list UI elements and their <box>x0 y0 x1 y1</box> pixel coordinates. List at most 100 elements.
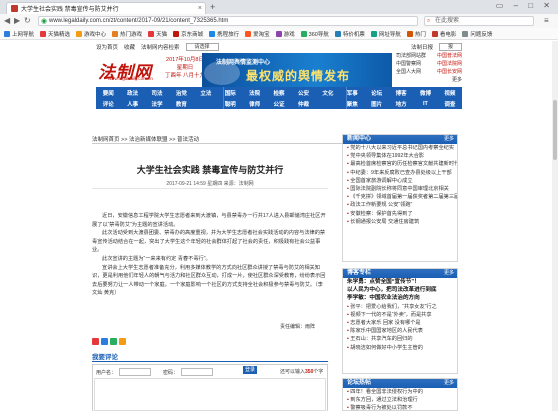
partner-link[interactable]: 司法部网站群 <box>396 52 426 60</box>
window-controls[interactable]: ▭ – □ ✕ <box>496 1 554 10</box>
back-icon[interactable]: ◀ <box>4 16 10 25</box>
news-item[interactable]: 《千克拼》领域首届第一届获奖者第二届第三届 <box>343 193 457 201</box>
blog-item[interactable]: 视频下一代的不是“外卖”，而是共享 <box>343 311 457 319</box>
nav-item[interactable]: 地方 <box>389 100 413 108</box>
news-item[interactable]: 党的十八大以来习近平总书记国内考察全纪实 <box>343 144 457 152</box>
bookmark-item[interactable]: 爱淘宝 <box>245 30 270 38</box>
share-weibo-icon[interactable] <box>92 338 99 345</box>
nav-item[interactable]: 论坛 <box>364 89 388 97</box>
nav-item[interactable]: 军事 <box>340 89 364 97</box>
nav-item[interactable]: 聪明 <box>218 100 242 108</box>
nav-item[interactable]: 律师 <box>242 100 266 108</box>
nav-item[interactable]: 博客 <box>389 89 413 97</box>
breadcrumb[interactable]: 法制网首页 >> 法治新媒体联盟 >> 普法活动 <box>92 135 199 143</box>
nav-item[interactable]: 治党 <box>169 89 193 97</box>
blog-headline[interactable]: 以人民为中心，把司法改革进行到底 <box>343 286 457 294</box>
blog-item[interactable]: 陈家乐中国国家地区的人民代表 <box>343 327 457 335</box>
nav-item[interactable]: 仲裁 <box>291 100 315 108</box>
blog-item[interactable]: 王石山：共享汽车的回归的 <box>343 335 457 343</box>
nav-item[interactable]: 聚焦 <box>340 100 364 108</box>
share-qq-icon[interactable] <box>101 338 108 345</box>
bookmark-item[interactable]: 网址导航 <box>370 30 401 38</box>
share-wechat-icon[interactable] <box>110 338 117 345</box>
news-item[interactable]: 长钢通报公安局 交通住房建筑 <box>343 218 457 226</box>
news-item[interactable]: 最高检首席检察官的历任检察官文献共建新时代 <box>343 160 457 168</box>
news-item[interactable]: 党中央领导集体在1992年大合影 <box>343 152 457 160</box>
newspaper-link[interactable]: 法制日报 <box>411 43 433 51</box>
bookmark-item[interactable]: 看电影 <box>431 30 456 38</box>
bookmark-item[interactable]: 特价机票 <box>334 30 365 38</box>
news-item[interactable]: 政法工作新要规 公安“领跑” <box>343 201 457 209</box>
partner-link[interactable]: 中国警察网 <box>396 60 421 68</box>
forum-item[interactable]: 到东方回，通过立法和治理行 <box>343 396 457 404</box>
comment-textarea[interactable] <box>94 378 326 411</box>
share-more-icon[interactable] <box>119 338 126 345</box>
page-scrollbar[interactable] <box>552 41 558 411</box>
new-tab-icon[interactable]: + <box>210 3 215 12</box>
partner-link[interactable]: 中国长安网 <box>437 68 462 76</box>
refresh-icon[interactable]: ↻ <box>24 16 31 25</box>
partner-link[interactable]: 中国普法网 <box>437 52 462 60</box>
close-tab-icon[interactable]: × <box>198 5 202 12</box>
nav-item[interactable]: 调查 <box>438 100 462 108</box>
bookmark-item[interactable]: 游戏 <box>275 30 295 38</box>
forward-icon[interactable]: ▶ <box>14 16 20 25</box>
url-input[interactable]: ◉ www.legaldaily.com.cn/zt/content/2017-… <box>38 16 418 26</box>
bookmark-item[interactable]: 携程旅行 <box>209 30 239 38</box>
bookmark-item[interactable]: 天猫精选 <box>40 30 70 38</box>
nav-item[interactable]: 图片 <box>364 100 388 108</box>
nav-item[interactable]: 文化 <box>316 89 340 97</box>
blog-item[interactable]: 张平：把爱心给我们，“共享女友”行之 <box>343 303 457 311</box>
bookmark-item[interactable]: 游戏中心 <box>76 30 106 38</box>
menu-icon[interactable]: ≡ <box>544 16 549 25</box>
forum-item[interactable]: 四年！看全国非法侵权行为中的 <box>343 388 457 396</box>
nav-item[interactable]: 公安 <box>291 89 315 97</box>
nav-item[interactable]: 视频 <box>438 89 462 97</box>
nav-item[interactable]: 评论 <box>96 100 120 108</box>
search-category-select[interactable]: 请选择 <box>185 42 219 51</box>
nav-item[interactable]: 立法 <box>194 89 218 97</box>
partner-link[interactable]: 中国法院网 <box>437 60 462 68</box>
nav-item[interactable]: 人事 <box>120 100 144 108</box>
blog-headline[interactable]: 李学敏：中国农业法治的方向 <box>343 294 457 302</box>
nav-item[interactable]: 国际 <box>218 89 242 97</box>
nav-item[interactable]: 要闻 <box>96 89 120 97</box>
newspaper-select[interactable]: 报 <box>438 42 462 51</box>
news-item[interactable]: 国际法院副院长称将同意中国审理北京相关 <box>343 185 457 193</box>
browser-search-input[interactable]: ⌕ 在此搜索 <box>424 16 534 26</box>
forum-more-link[interactable]: 更多 <box>444 379 454 388</box>
nav-item[interactable]: 教育 <box>169 100 193 108</box>
news-item[interactable]: 中纪委：9年来反腐败已查办县处级以上干部 <box>343 169 457 177</box>
nav-item[interactable]: 法院 <box>242 89 266 97</box>
nav-item[interactable]: 检察 <box>267 89 291 97</box>
set-homepage-link[interactable]: 设为首页 <box>96 43 118 51</box>
news-more-link[interactable]: 更多 <box>444 135 454 144</box>
favorite-link[interactable]: 收藏 <box>124 43 135 51</box>
blog-more-link[interactable]: 更多 <box>444 269 454 278</box>
partner-link[interactable]: 全国人大网 <box>396 68 421 76</box>
nav-item[interactable]: 政法 <box>120 89 144 97</box>
bookmark-item[interactable]: 京东商城 <box>173 30 203 38</box>
nav-item[interactable]: 微博 <box>413 89 437 97</box>
scrollbar-thumb[interactable] <box>553 100 557 160</box>
bookmark-item[interactable]: 天猫 <box>148 30 167 38</box>
bookmark-item[interactable]: 热门游戏 <box>112 30 142 38</box>
nav-item[interactable]: 公证 <box>267 100 291 108</box>
bookmark-item[interactable]: 热门 <box>406 30 426 38</box>
blog-item[interactable]: 胡晓洁如何做好中小学生主管的 <box>343 344 457 352</box>
login-button[interactable]: 登录 <box>243 366 257 374</box>
bookmark-item[interactable]: 问题反馈 <box>462 30 492 38</box>
banner-ad[interactable]: 法制网舆情监测中心 最权威的舆情发布 <box>202 53 392 87</box>
blog-headline[interactable]: 朱学勇：点赞全国“宣传节”！ <box>343 278 457 286</box>
blog-item[interactable]: 志愿者大家乐 回家 没有哪个是 <box>343 319 457 327</box>
browser-tab[interactable]: 大学生社会实践 禁毒宣传与防艾并行 × <box>6 2 206 14</box>
password-input[interactable] <box>181 368 214 376</box>
nav-item[interactable]: 司法 <box>145 89 169 97</box>
nav-item[interactable]: 法学 <box>145 100 169 108</box>
news-item[interactable]: 全国首家旅游调解中心成立 <box>343 177 457 185</box>
more-link[interactable]: 更多 <box>452 76 462 84</box>
forum-item[interactable]: 警察吸毒行为被处以罚款不 <box>343 404 457 412</box>
bookmark-item[interactable]: 360导航 <box>300 30 329 38</box>
username-input[interactable] <box>119 368 152 376</box>
news-item[interactable]: 安徽检察：保护首先得到了 <box>343 210 457 218</box>
